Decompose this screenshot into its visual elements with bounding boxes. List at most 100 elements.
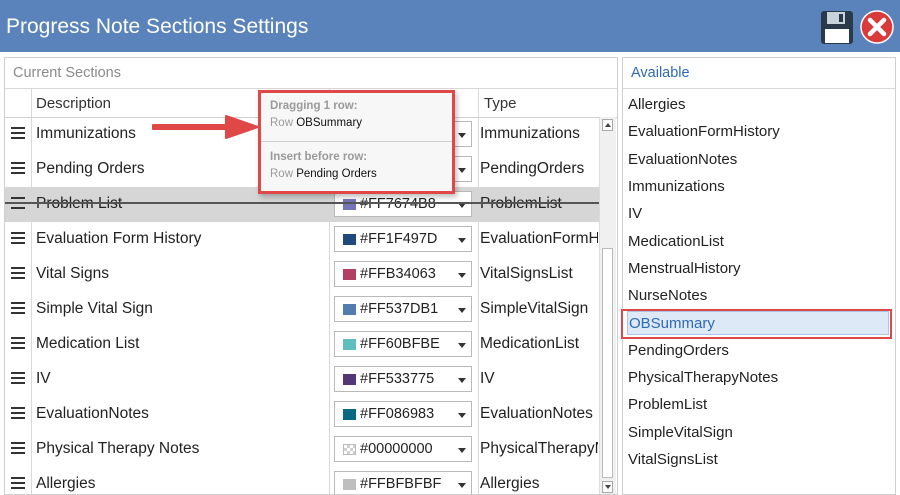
row-type: ProblemList: [480, 195, 598, 213]
dragging-row-text: Row OBSummary: [270, 117, 362, 129]
floppy-disk-icon[interactable]: [820, 10, 854, 45]
highlight-box-obsummary: [621, 309, 892, 339]
row-type: MedicationList: [480, 335, 580, 352]
drag-handle-icon[interactable]: [11, 477, 25, 489]
current-sections-header: Current Sections: [5, 58, 617, 89]
row-description: Pending Orders: [36, 160, 145, 177]
color-swatch: [343, 374, 356, 385]
row-prefix: Row: [270, 117, 294, 129]
color-picker[interactable]: #FF086983: [334, 401, 472, 427]
chevron-down-icon[interactable]: [458, 133, 466, 138]
dragging-row-name: OBSummary: [296, 117, 363, 129]
color-value: #FF60BFBE: [360, 336, 440, 352]
column-header-description[interactable]: Description: [36, 95, 111, 112]
row-type: PendingOrders: [480, 160, 585, 177]
list-item[interactable]: PendingOrders: [627, 339, 889, 363]
drag-handle-icon[interactable]: [11, 442, 25, 454]
color-swatch: [343, 409, 356, 420]
list-item[interactable]: Immunizations: [627, 175, 889, 199]
scroll-down-button[interactable]: [602, 481, 613, 493]
chevron-down-icon[interactable]: [458, 448, 466, 453]
row-type: EvaluationNotes: [480, 405, 593, 422]
insert-label: Insert before row:: [270, 151, 368, 163]
color-value: #FFBFBFBF: [360, 476, 442, 492]
color-picker[interactable]: #FF537DB1: [334, 296, 472, 322]
row-type: SimpleVitalSign: [480, 300, 589, 317]
row-description: Problem List: [36, 195, 122, 213]
column-header-type[interactable]: Type: [484, 95, 517, 112]
color-picker[interactable]: #FFB34063: [334, 261, 472, 287]
list-item[interactable]: MenstrualHistory: [627, 257, 889, 281]
row-type: EvaluationFormH: [480, 230, 598, 247]
drag-handle-icon[interactable]: [11, 127, 25, 139]
insert-row-text: Row Pending Orders: [270, 168, 377, 180]
table-row[interactable]: Vital Signs #FFB34063 VitalSignsList: [5, 257, 599, 292]
row-type: Immunizations: [480, 125, 580, 142]
table-row[interactable]: EvaluationNotes #FF086983 EvaluationNotes: [5, 397, 599, 432]
color-value: #FFB34063: [360, 266, 436, 282]
list-item[interactable]: Allergies: [627, 93, 889, 117]
list-item[interactable]: PhysicalTherapyNotes: [627, 366, 889, 390]
drag-handle-icon[interactable]: [11, 232, 25, 244]
chevron-down-icon[interactable]: [458, 273, 466, 278]
window-title: Progress Note Sections Settings: [6, 15, 309, 38]
chevron-down-icon[interactable]: [458, 168, 466, 173]
chevron-down-icon[interactable]: [458, 343, 466, 348]
drag-handle-icon[interactable]: [11, 267, 25, 279]
row-description: IV: [36, 370, 51, 387]
drag-handle-icon[interactable]: [11, 337, 25, 349]
current-sections-label: Current Sections: [13, 65, 121, 81]
chevron-down-icon[interactable]: [458, 378, 466, 383]
row-description: Medication List: [36, 335, 140, 352]
color-picker[interactable]: #00000000: [334, 436, 472, 462]
color-value: #FF533775: [360, 371, 435, 387]
scroll-up-button[interactable]: [602, 119, 613, 131]
chevron-down-icon[interactable]: [458, 238, 466, 243]
color-value: #FF086983: [360, 406, 435, 422]
list-item[interactable]: IV: [627, 202, 889, 226]
row-type: IV: [480, 370, 495, 387]
color-swatch: [343, 444, 356, 455]
list-item[interactable]: SimpleVitalSign: [627, 421, 889, 445]
list-item[interactable]: ProblemList: [627, 393, 889, 417]
scroll-thumb[interactable]: [602, 248, 613, 478]
table-row[interactable]: IV #FF533775 IV: [5, 362, 599, 397]
table-row[interactable]: Physical Therapy Notes #00000000 PhysicalT…: [5, 432, 599, 467]
color-picker[interactable]: #FFBFBFBF: [334, 471, 472, 494]
list-item[interactable]: EvaluationNotes: [627, 148, 889, 172]
chevron-down-icon[interactable]: [458, 308, 466, 313]
list-item[interactable]: EvaluationFormHistory: [627, 120, 889, 144]
row-description: Immunizations: [36, 125, 136, 142]
row-description: Physical Therapy Notes: [36, 440, 200, 457]
drag-handle-icon[interactable]: [11, 302, 25, 314]
color-swatch: [343, 479, 356, 490]
dragging-label: Dragging 1 row:: [270, 100, 358, 112]
list-item[interactable]: VitalSignsList: [627, 448, 889, 472]
color-swatch: [343, 199, 356, 210]
row-description: EvaluationNotes: [36, 405, 149, 422]
drag-handle-icon[interactable]: [11, 407, 25, 419]
table-row[interactable]: Simple Vital Sign #FF537DB1 SimpleVitalSig…: [5, 292, 599, 327]
color-swatch: [343, 234, 356, 245]
row-type: VitalSignsList: [480, 265, 573, 282]
drag-handle-icon[interactable]: [11, 372, 25, 384]
table-row[interactable]: Allergies #FFBFBFBF Allergies: [5, 467, 599, 494]
color-picker[interactable]: #FF60BFBE: [334, 331, 472, 357]
table-row[interactable]: Evaluation Form History #FF1F497D Evaluati…: [5, 222, 599, 257]
drag-handle-icon[interactable]: [11, 162, 25, 174]
color-picker[interactable]: #FF533775: [334, 366, 472, 392]
table-row[interactable]: Medication List #FF60BFBE MedicationList: [5, 327, 599, 362]
color-picker[interactable]: #FF7674B8: [334, 191, 472, 217]
row-description: Allergies: [36, 475, 96, 492]
available-panel: Available Allergies EvaluationFormHistory…: [622, 57, 896, 495]
row-type: Allergies: [480, 475, 540, 492]
available-label: Available: [631, 65, 690, 81]
row-description: Vital Signs: [36, 265, 109, 282]
chevron-down-icon[interactable]: [458, 483, 466, 488]
color-picker[interactable]: #FF1F497D: [334, 226, 472, 252]
chevron-down-icon[interactable]: [458, 413, 466, 418]
list-item[interactable]: MedicationList: [627, 230, 889, 254]
close-icon[interactable]: [860, 10, 894, 44]
row-prefix: Row: [270, 168, 294, 180]
list-item[interactable]: NurseNotes: [627, 284, 889, 308]
